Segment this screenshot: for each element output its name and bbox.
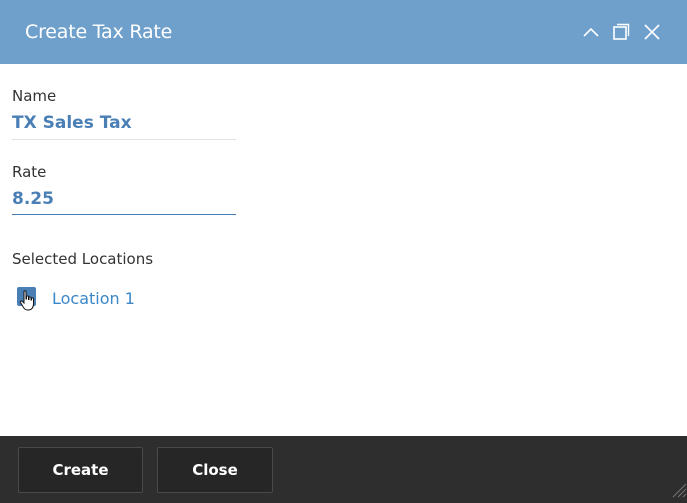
- rate-input[interactable]: [12, 186, 236, 212]
- create-button[interactable]: Create: [18, 447, 143, 493]
- dialog-titlebar[interactable]: Create Tax Rate: [0, 0, 687, 64]
- create-tax-rate-dialog: Create Tax Rate Name Rate Selected Locat…: [0, 0, 687, 503]
- name-input-underline: [12, 139, 236, 140]
- selected-locations-label: Selected Locations: [12, 250, 154, 268]
- name-input[interactable]: [12, 110, 236, 136]
- location-1-label[interactable]: Location 1: [52, 289, 135, 309]
- resize-grip-icon[interactable]: [669, 480, 687, 503]
- dialog-title: Create Tax Rate: [25, 21, 173, 43]
- dialog-footer: Create Close: [0, 436, 687, 503]
- close-icon[interactable]: [642, 22, 662, 42]
- maximize-icon[interactable]: [611, 22, 631, 42]
- name-label: Name: [12, 87, 57, 105]
- dialog-content: Name Rate Selected Locations Location 1: [0, 64, 687, 436]
- chevron-up-icon[interactable]: [581, 22, 601, 42]
- rate-input-underline: [12, 214, 236, 215]
- hand-pointer-icon: [19, 290, 39, 317]
- rate-label: Rate: [12, 163, 47, 181]
- close-button[interactable]: Close: [157, 447, 273, 493]
